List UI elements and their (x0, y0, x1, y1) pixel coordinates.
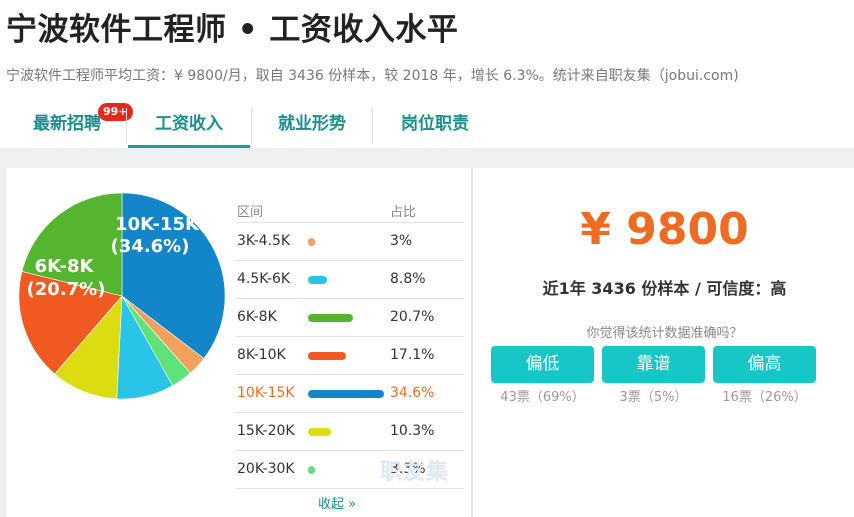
vote-low-count: 43票（69%） (500, 390, 585, 405)
collapse-link[interactable]: 收起 » (318, 493, 378, 512)
salary-range: 20K-30K (237, 461, 295, 477)
salary-range: 8K-10K (237, 347, 286, 363)
table-row: 4.5K-6K 8.8% (236, 261, 464, 299)
content-area: 10K-15K (34.6%) 6K-8K (20.7%) 区间 占比 3K-4… (0, 148, 854, 517)
percent-bar (308, 276, 328, 284)
table-row: 20K-30K 3.3% (236, 451, 464, 489)
pie-label-percent: (20.7%) (27, 279, 106, 300)
table-row: 8K-10K 17.1% (236, 337, 464, 375)
percent-bar (308, 314, 354, 322)
distribution-panel: 10K-15K (34.6%) 6K-8K (20.7%) 区间 占比 3K-4… (6, 168, 471, 517)
percent-value: 8.8% (390, 271, 426, 287)
page-title: 宁波软件工程师 • 工资收入水平 (6, 12, 459, 48)
vote-high-count: 16票（26%） (722, 390, 807, 405)
tab-label: 最新招聘 (33, 114, 101, 134)
tab-label: 就业形势 (278, 114, 346, 134)
vote-low-button[interactable]: 偏低 (491, 346, 594, 383)
table-row: 15K-20K 10.3% (236, 413, 464, 451)
feedback-question: 你觉得该统计数据准确吗？ (586, 326, 743, 341)
column-header-percent: 占比 (390, 205, 417, 220)
salary-range: 4.5K-6K (237, 271, 291, 287)
tab-label: 岗位职责 (401, 114, 469, 134)
pie-label-percent: (34.6%) (111, 236, 190, 257)
salary-range: 15K-20K (237, 423, 295, 439)
summary-panel: ¥ 9800 近1年 3436 份样本 / 可信度：高 你觉得该统计数据准确吗？… (471, 168, 854, 517)
tab-employment[interactable]: 就业形势 (252, 104, 372, 148)
percent-value: 20.7% (390, 309, 435, 325)
pie-label-range: 6K-8K (35, 256, 95, 277)
salary-pie-chart: 10K-15K (34.6%) 6K-8K (20.7%) (18, 192, 226, 400)
salary-range: 10K-15K (237, 385, 295, 401)
tab-salary[interactable]: 工资收入 (128, 104, 250, 148)
table-header: 区间 占比 (236, 195, 464, 223)
tab-divider (126, 108, 127, 144)
vote-accurate-button[interactable]: 靠谱 (602, 346, 705, 383)
vote-accurate-count: 3票（5%） (619, 390, 688, 405)
sample-info: 近1年 3436 份样本 / 可信度：高 (542, 279, 787, 298)
tab-label: 工资收入 (155, 114, 223, 134)
column-header-range: 区间 (237, 205, 264, 220)
table-row: 10K-15K 34.6% (236, 375, 464, 413)
percent-value: 17.1% (390, 347, 435, 363)
distribution-table: 区间 占比 3K-4.5K 3% 4.5K-6K 8.8% 6K-8K 20.7% 8K-1… (236, 195, 464, 512)
percent-value: 10.3% (390, 423, 435, 439)
salary-range: 3K-4.5K (237, 233, 291, 249)
pie-label-range: 10K-15K (115, 214, 200, 235)
percent-bar (308, 352, 346, 360)
percent-value: 3.3% (390, 461, 426, 477)
average-salary: ¥ 9800 (580, 204, 749, 255)
percent-bar (308, 390, 384, 398)
percent-value: 34.6% (390, 385, 435, 401)
table-row: 6K-8K 20.7% (236, 299, 464, 337)
tab-responsibilities[interactable]: 岗位职责 (373, 104, 497, 148)
percent-bar (308, 428, 331, 436)
tab-bar: 最新招聘 99+ 工资收入 就业形势 岗位职责 (0, 103, 854, 148)
percent-bar (308, 238, 315, 246)
percent-value: 3% (390, 233, 413, 249)
page-subtitle: 宁波软件工程师平均工资：¥ 9800/月，取自 3436 份样本，较 2018 … (6, 68, 739, 84)
salary-range: 6K-8K (237, 309, 277, 325)
percent-bar (308, 466, 316, 474)
vote-high-button[interactable]: 偏高 (713, 346, 816, 383)
table-row: 3K-4.5K 3% (236, 223, 464, 261)
